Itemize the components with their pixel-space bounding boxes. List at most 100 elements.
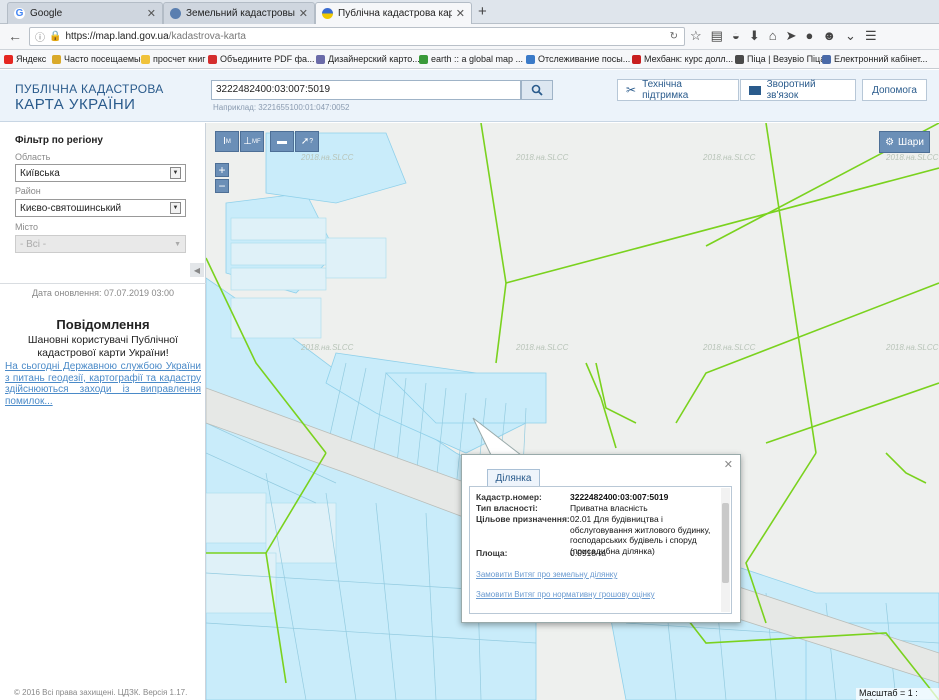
print-icon: ▬ [277,136,287,147]
scrollbar-thumb[interactable] [722,503,729,583]
city-select[interactable]: - Всі - ▼ [15,235,186,253]
bookmarks-bar: Яндекс Часто посещаемые просчет книг Объ… [0,50,939,69]
tab-zemelnyi[interactable]: Земельний кадастровый но... ✕ [163,2,315,24]
reload-icon[interactable]: ↻ [670,31,678,42]
map-scale: Масштаб = 1 : 8531 [856,688,939,700]
popup-scrollbar[interactable] [721,488,730,612]
close-icon[interactable]: ✕ [147,7,156,20]
back-icon[interactable]: ← [8,28,22,44]
identify-button[interactable]: ➚? [295,131,319,152]
copyright: © 2016 Всі права захищені. ЦДЗК. Версія … [14,688,188,697]
tab-kadastrova-karta[interactable]: Публічна кадастрова карта... ✕ [315,2,472,24]
cadastral-search-input[interactable]: 3222482400:03:007:5019 [211,80,521,100]
parcel-row: Площа: 0.0918 га [476,548,607,558]
district-select[interactable]: Києво-святошинський ▼ [15,199,186,217]
measure-line-button[interactable]: IM [215,131,239,152]
lock-icon: 🔒 [49,31,62,42]
area-icon: ⊥ [243,136,253,147]
zoom-in-button[interactable]: + [215,163,229,177]
search-icon [531,84,543,96]
ukraine-icon [322,8,333,19]
menu-icon[interactable]: ☰ [865,28,877,44]
notice-title: Повідомлення [56,317,150,332]
parcel-info-popup: ✕ Ділянка Кадастр.номер: 3222482400:03:00… [461,454,741,623]
notice-link[interactable]: На сьогодні Державною службою України з … [5,361,201,408]
close-icon[interactable]: ✕ [724,458,733,471]
parcel-details: Кадастр.номер: 3222482400:03:007:5019 Тип… [469,486,732,614]
pocket-icon[interactable]: ◒ [732,28,740,44]
parcel-row: Тип власності: Приватна власність [476,503,648,513]
district-label: Район [15,186,41,196]
home-icon[interactable]: ⌂ [769,28,777,44]
browser-tab-bar: G Google ✕ Земельний кадастровый но... ✕… [0,0,939,24]
cabinet-icon [822,54,831,64]
watermark: 2018.на.SLCC [301,343,354,352]
new-tab-button[interactable]: + [478,3,487,20]
bank-icon [632,54,641,64]
notice-body: Шановні користувачі Публічної кадастрово… [27,334,179,359]
site-title-line2: КАРТА УКРАЇНИ [15,96,136,113]
tracking-icon [526,54,535,64]
bookmark-item[interactable]: Електронний кабінет... [822,54,928,64]
collapse-panel-button[interactable]: ◀ [190,263,204,277]
cadastral-map[interactable]: 2018.на.SLCC 2018.на.SLCC 2018.на.SLCC 2… [206,123,939,700]
star-icon[interactable]: ☆ [690,28,702,44]
order-valuation-link[interactable]: Замовити Витяг про нормативну грошову оц… [476,590,655,599]
watermark: 2018.на.SLCC [516,153,569,162]
tech-support-button[interactable]: ✂ Технічна підтримка [617,79,739,101]
city-label: Місто [15,222,39,232]
bookmark-item[interactable]: Піца | Везувіо Піца [735,54,825,64]
site-icon [316,54,325,64]
help-button[interactable]: Допомога [862,79,927,101]
mail-icon [749,85,761,95]
emoji-icon[interactable]: ☻ [822,28,836,44]
bookmark-item[interactable]: Часто посещаемые [52,54,146,64]
site-header: ПУБЛІЧНА КАДАСТРОВА КАРТА УКРАЇНИ 322248… [0,70,939,122]
folder-icon [52,54,61,64]
toolbar-icons: ☆ ▤ ◒ ⬇ ⌂ ➤ ● ☻ ⌄ ☰ [690,28,877,44]
watermark: 2018.на.SLCC [886,153,939,162]
tools-icon: ✂ [626,83,637,97]
heart-icon [208,54,217,64]
order-extract-link[interactable]: Замовити Витяг про земельну ділянку [476,570,617,579]
bookmark-item[interactable]: earth :: a global map ... [419,54,523,64]
info-icon[interactable]: ⓘ [35,29,45,44]
search-hint: Наприклад: 3221655100:01:047:0052 [213,103,350,112]
print-button[interactable]: ▬ [270,131,294,152]
bookmark-item[interactable]: Дизайнерский карто... [316,54,420,64]
site-title-line1: ПУБЛІЧНА КАДАСТРОВА [15,82,164,96]
reader-icon[interactable]: ▤ [711,28,723,44]
send-icon[interactable]: ➤ [786,28,797,44]
tab-google[interactable]: G Google ✕ [7,2,163,24]
bookmark-item[interactable]: Мехбанк: курс долл... [632,54,733,64]
chevron-down-icon[interactable]: ⌄ [845,28,856,44]
parcel-row: Кадастр.номер: 3222482400:03:007:5019 [476,492,669,502]
address-bar[interactable]: ⓘ 🔒 https://map.land.gov.ua /kadastrova-… [29,27,685,46]
tab-parcel[interactable]: Ділянка [487,469,540,487]
region-label: Область [15,152,51,162]
feedback-button[interactable]: Зворотний зв'язок [740,79,856,101]
region-select[interactable]: Київська ▼ [15,164,186,182]
download-icon[interactable]: ⬇ [749,28,760,44]
yandex-icon [4,54,13,64]
bookmark-item[interactable]: просчет книг [141,54,206,64]
bookmark-item[interactable]: Объедините PDF фа... [208,54,315,64]
folder-icon [141,54,150,64]
bookmark-item[interactable]: Яндекс [4,54,46,64]
chevron-down-icon: ▼ [170,167,181,179]
zoom-out-button[interactable]: − [215,179,229,193]
google-icon: G [14,8,25,19]
filter-title: Фільтр по регіону [15,135,103,146]
close-icon[interactable]: ✕ [456,7,465,20]
layers-button[interactable]: ⚙ Шари [879,131,930,153]
globe-icon [170,8,181,19]
bookmark-item[interactable]: Отслеживание посы... [526,54,630,64]
watermark: 2018.на.SLCC [886,343,939,352]
update-date: Дата оновлення: 07.07.2019 03:00 [0,283,206,298]
cursor-icon: ➚ [300,136,310,147]
close-icon[interactable]: ✕ [299,7,308,20]
extension-icon[interactable]: ● [805,28,813,44]
search-button[interactable] [521,80,553,100]
measure-area-button[interactable]: ⊥ MF [240,131,264,152]
left-panel: Фільтр по регіону Область Київська ▼ Райо… [0,123,206,700]
